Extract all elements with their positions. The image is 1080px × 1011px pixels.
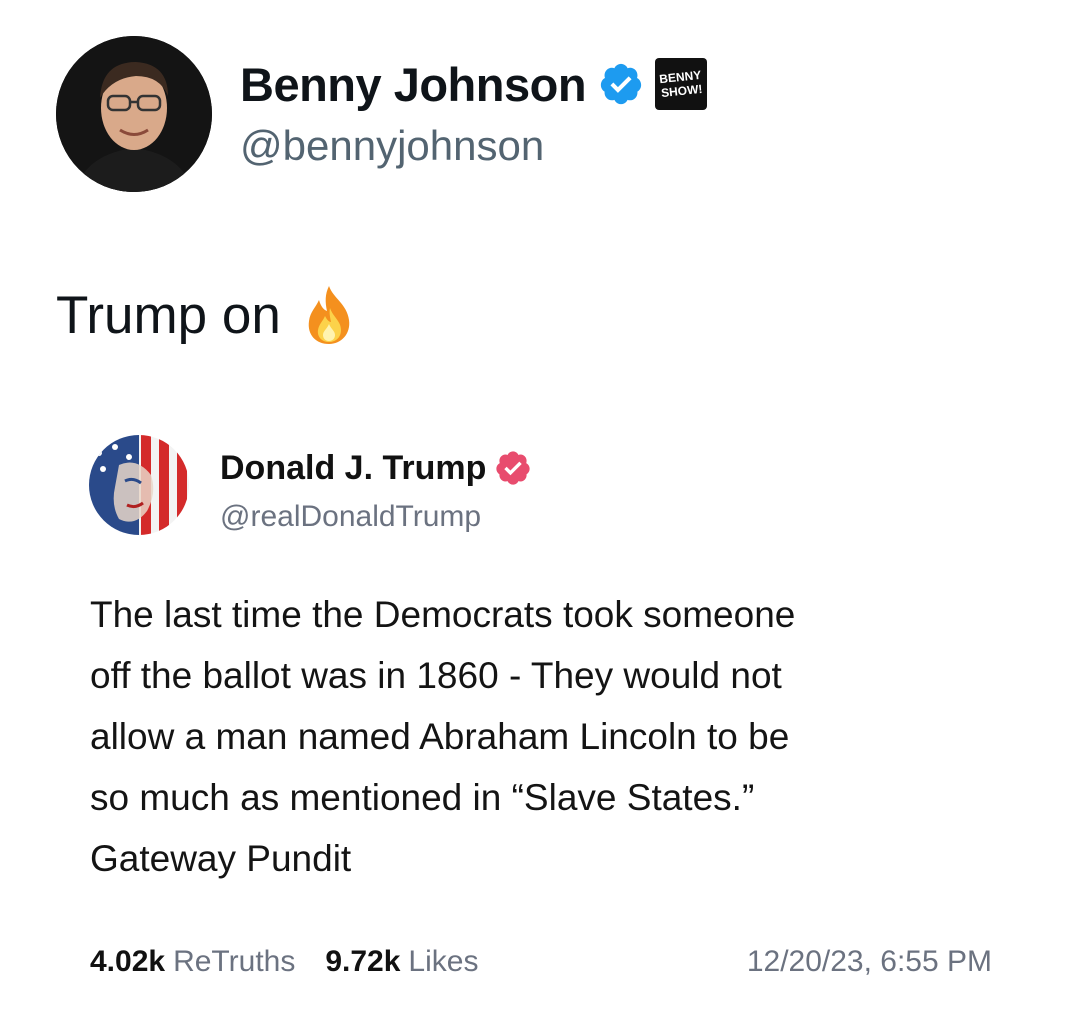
embedded-author-name[interactable]: Donald J. Trump bbox=[220, 449, 486, 488]
embedded-author-name-row: Donald J. Trump bbox=[220, 446, 532, 490]
body-line: Gateway Pundit bbox=[90, 838, 352, 879]
embedded-avatar-art bbox=[89, 435, 189, 535]
avatar-photo bbox=[56, 36, 212, 192]
likes-label: Likes bbox=[408, 945, 479, 978]
post-text-row: Trump on bbox=[56, 282, 355, 348]
timestamp: 12/20/23, 6:55 PM bbox=[746, 945, 992, 978]
author-name[interactable]: Benny Johnson bbox=[240, 57, 587, 112]
show-badge-icon: BENNY SHOW! bbox=[654, 57, 708, 111]
body-line: so much as mentioned in “Slave States.” bbox=[90, 777, 755, 818]
retruths-label: ReTruths bbox=[173, 945, 296, 978]
verified-badge-icon bbox=[598, 61, 644, 107]
retruths-count: 4.02k bbox=[90, 945, 166, 978]
retruths-stat[interactable]: 4.02k ReTruths bbox=[90, 945, 295, 979]
author-handle[interactable]: @bennyjohnson bbox=[240, 122, 544, 170]
verified-badge-icon bbox=[494, 449, 532, 487]
embedded-avatar[interactable] bbox=[89, 435, 189, 535]
stats-row: 4.02k ReTruths 9.72k Likes 12/20/23, 6:5… bbox=[90, 940, 992, 984]
body-line: off the ballot was in 1860 - They would … bbox=[90, 655, 782, 696]
avatar[interactable] bbox=[56, 36, 212, 192]
post-text: Trump on bbox=[56, 285, 281, 345]
likes-stat[interactable]: 9.72k Likes bbox=[325, 945, 478, 979]
body-line: allow a man named Abraham Lincoln to be bbox=[90, 716, 790, 757]
likes-count: 9.72k bbox=[325, 945, 401, 978]
embedded-author-handle[interactable]: @realDonaldTrump bbox=[220, 500, 481, 534]
embedded-post-body: The last time the Democrats took someone… bbox=[90, 584, 1050, 889]
author-name-row: Benny Johnson BENNY SHOW! bbox=[240, 52, 708, 116]
body-line: The last time the Democrats took someone bbox=[90, 594, 796, 635]
fire-emoji-icon bbox=[303, 284, 355, 346]
